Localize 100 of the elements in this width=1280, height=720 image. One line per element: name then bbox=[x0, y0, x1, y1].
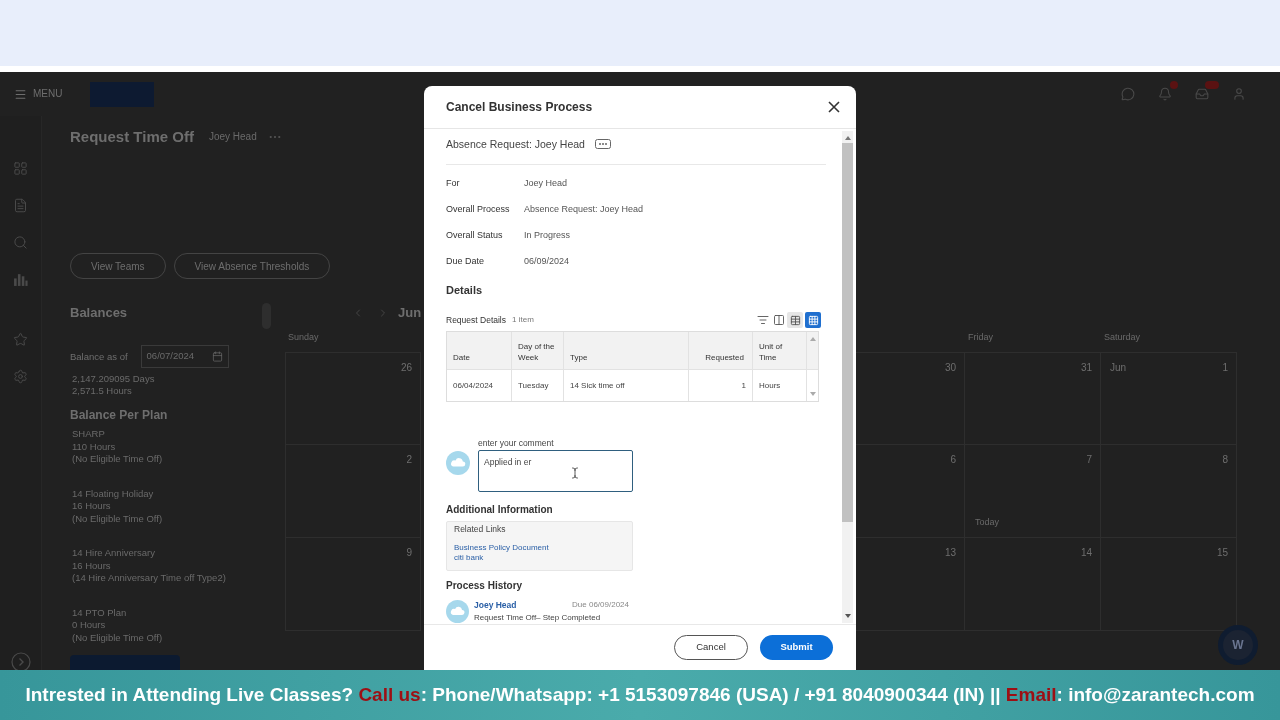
column-header[interactable]: Unit of Time bbox=[753, 332, 807, 369]
plan-name: SHARP bbox=[72, 428, 105, 441]
bell-icon[interactable] bbox=[1158, 87, 1172, 101]
menu-icon[interactable] bbox=[14, 87, 27, 101]
plan-note: (No Eligible Time Off) bbox=[72, 512, 163, 525]
cancel-button[interactable]: Cancel bbox=[674, 635, 748, 660]
submit-button[interactable]: Submit bbox=[760, 635, 833, 660]
calendar-cell[interactable]: 9 bbox=[285, 538, 421, 631]
plan-name: 14 Floating Holiday bbox=[72, 487, 154, 500]
date-number: 2 bbox=[406, 454, 412, 466]
avatar-icon bbox=[446, 451, 470, 475]
close-icon[interactable] bbox=[828, 101, 840, 113]
scroll-down-icon[interactable] bbox=[844, 614, 851, 618]
weekday-heading: Saturday bbox=[1104, 331, 1141, 343]
scrollbar-thumb[interactable] bbox=[842, 143, 853, 522]
scroll-up-icon[interactable] bbox=[844, 136, 851, 140]
document-icon[interactable] bbox=[13, 198, 28, 213]
field-value: Joey Head bbox=[524, 177, 568, 189]
field-label: Overall Process bbox=[446, 203, 511, 215]
gear-icon[interactable] bbox=[13, 369, 28, 384]
weekday-heading: Friday bbox=[968, 331, 993, 343]
menu-button[interactable]: MENU bbox=[14, 87, 63, 101]
table-cell: Tuesday bbox=[512, 370, 564, 401]
inbox-icon[interactable] bbox=[1195, 87, 1209, 101]
plan-note: (No Eligible Time Off) bbox=[72, 453, 163, 466]
text-cursor-icon bbox=[569, 467, 581, 479]
comment-label: enter your comment bbox=[478, 438, 554, 448]
page-title: Request Time Off bbox=[70, 128, 194, 146]
related-link[interactable]: citi bank bbox=[454, 553, 484, 563]
search-icon[interactable] bbox=[13, 235, 28, 250]
field-label: Due Date bbox=[446, 255, 486, 267]
calendar-cell[interactable]: 7 Today bbox=[965, 445, 1101, 538]
plan-balance: 16 Hours bbox=[72, 559, 111, 572]
field-label: Balance as of bbox=[70, 350, 128, 363]
month-title: Jun bbox=[398, 305, 422, 321]
calendar-cell[interactable]: 26 bbox=[285, 352, 421, 445]
section-heading: Process History bbox=[446, 579, 523, 592]
calendar-cell[interactable]: 31 bbox=[965, 352, 1101, 445]
table-cell: 14 Sick time off bbox=[564, 370, 689, 401]
plan-note: (14 Hire Anniversary Time off Type2) bbox=[72, 572, 226, 585]
worker-link[interactable]: Joey Head bbox=[474, 600, 517, 610]
section-heading: Balances bbox=[70, 305, 128, 321]
promo-banner-text: Intrested in Attending Live Classes? Call us: Phone/Whatsapp: +1 5153097846 (USA) / +91 8040900344 (IN) || Email: info@zarantech.com bbox=[25, 682, 1255, 707]
balance-total: 2,147.209095 Days bbox=[72, 373, 155, 385]
badge-icon bbox=[1205, 81, 1219, 89]
date-number: 6 bbox=[950, 454, 956, 466]
calendar-cell[interactable]: 2 bbox=[285, 445, 421, 538]
scrollbar[interactable] bbox=[842, 131, 853, 623]
date-number: 30 bbox=[944, 362, 956, 374]
table-cell: 1 bbox=[689, 370, 753, 401]
calendar-cell[interactable]: Jun 1 bbox=[1101, 352, 1237, 445]
table-cell: Hours bbox=[753, 370, 807, 401]
chat-icon[interactable] bbox=[1121, 87, 1135, 101]
plan-name: 14 Hire Anniversary bbox=[72, 547, 155, 560]
column-header[interactable]: Requested bbox=[689, 332, 753, 369]
weekday-heading: Sunday bbox=[288, 331, 319, 343]
column-header[interactable]: Type bbox=[564, 332, 689, 369]
grid-icon bbox=[807, 314, 819, 326]
column-header[interactable]: Date bbox=[447, 332, 512, 369]
related-link[interactable]: Business Policy Document bbox=[454, 543, 549, 553]
process-subject: Absence Request: Joey Head bbox=[446, 137, 585, 151]
table-view-button[interactable] bbox=[787, 312, 803, 328]
table-cell: 06/04/2024 bbox=[447, 370, 512, 401]
section-heading: Balance Per Plan bbox=[70, 407, 168, 423]
user-icon[interactable] bbox=[1232, 87, 1246, 101]
calendar-icon[interactable] bbox=[211, 351, 223, 362]
due-date: Due 06/09/2024 bbox=[572, 600, 629, 610]
field-value: In Progress bbox=[524, 229, 571, 241]
panel-title: Related Links bbox=[454, 524, 506, 534]
section-heading: Details bbox=[446, 283, 483, 297]
avatar-icon bbox=[446, 600, 469, 623]
worker-name: Joey Head bbox=[208, 131, 257, 143]
plan-balance: 16 Hours bbox=[72, 500, 111, 513]
columns-icon[interactable] bbox=[773, 314, 785, 326]
date-number: 8 bbox=[1222, 454, 1228, 466]
field-label: For bbox=[446, 177, 461, 189]
action-button[interactable] bbox=[70, 655, 180, 670]
date-number: 31 bbox=[1080, 362, 1092, 374]
field-value: Absence Request: Joey Head bbox=[524, 203, 644, 215]
step-status: Request Time Off– Step Completed bbox=[474, 613, 601, 623]
date-number: 15 bbox=[1216, 547, 1228, 559]
calendar-cell[interactable]: 8 bbox=[1101, 445, 1237, 538]
more-actions-icon[interactable] bbox=[594, 139, 611, 149]
comment-field[interactable]: Applied in er bbox=[478, 450, 633, 492]
date-field[interactable]: 06/07/2024 bbox=[140, 345, 229, 368]
bar-chart-icon[interactable] bbox=[13, 272, 28, 287]
field-value: 06/09/2024 bbox=[524, 255, 570, 267]
filter-icon[interactable] bbox=[757, 314, 769, 326]
today-label: Today bbox=[975, 517, 1000, 528]
balance-total: 2,571.5 Hours bbox=[72, 385, 132, 397]
plan-note: (No Eligible Time Off) bbox=[72, 631, 163, 644]
calendar-cell[interactable]: 14 bbox=[965, 538, 1101, 631]
date-number: 7 bbox=[1086, 454, 1092, 466]
grid-view-button[interactable] bbox=[805, 312, 821, 328]
scroll-up-icon[interactable] bbox=[809, 337, 816, 341]
column-header[interactable]: Day of the Week bbox=[512, 332, 564, 369]
field-label: Overall Status bbox=[446, 229, 504, 241]
date-number: 14 bbox=[1080, 547, 1092, 559]
star-icon[interactable] bbox=[13, 332, 28, 347]
dashboard-icon[interactable] bbox=[13, 161, 28, 176]
